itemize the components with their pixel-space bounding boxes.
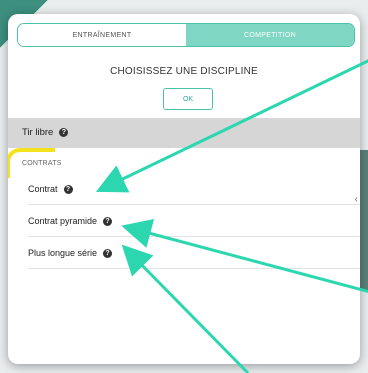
free-throw-label: Tir libre	[22, 127, 54, 138]
divider	[28, 236, 360, 237]
help-icon[interactable]: ?	[59, 128, 69, 137]
mode-toggle: ENTRAÎNEMENT COMPETITION	[17, 23, 355, 47]
section-header-contracts: CONTRATS	[22, 160, 62, 167]
item-label: Contrat pyramide	[28, 216, 98, 226]
divider	[28, 268, 360, 269]
item-label: Contrat	[28, 184, 58, 194]
free-throw-row[interactable]: Tir libre ?	[8, 118, 360, 148]
list-item-longest-series[interactable]: Plus longue série ?	[28, 238, 360, 268]
item-label: Plus longue série	[28, 248, 98, 258]
tab-training[interactable]: ENTRAÎNEMENT	[18, 24, 186, 46]
list-item-contract[interactable]: Contrat ?	[28, 174, 360, 204]
help-icon[interactable]: ?	[103, 248, 113, 258]
discipline-modal: ENTRAÎNEMENT COMPETITION CHOISISSEZ UNE …	[8, 14, 360, 364]
list-item-pyramid-contract[interactable]: Contrat pyramide ?	[28, 206, 360, 236]
chevron-left-icon: ‹	[354, 194, 358, 205]
tab-competition[interactable]: COMPETITION	[186, 24, 354, 46]
divider	[28, 204, 360, 205]
discipline-title: CHOISISSEZ UNE DISCIPLINE	[110, 66, 258, 77]
help-icon[interactable]: ?	[63, 184, 73, 194]
ok-button[interactable]: OK	[163, 88, 213, 110]
help-icon[interactable]: ?	[103, 216, 113, 226]
free-throw-label-group: Tir libre ?	[22, 127, 69, 138]
